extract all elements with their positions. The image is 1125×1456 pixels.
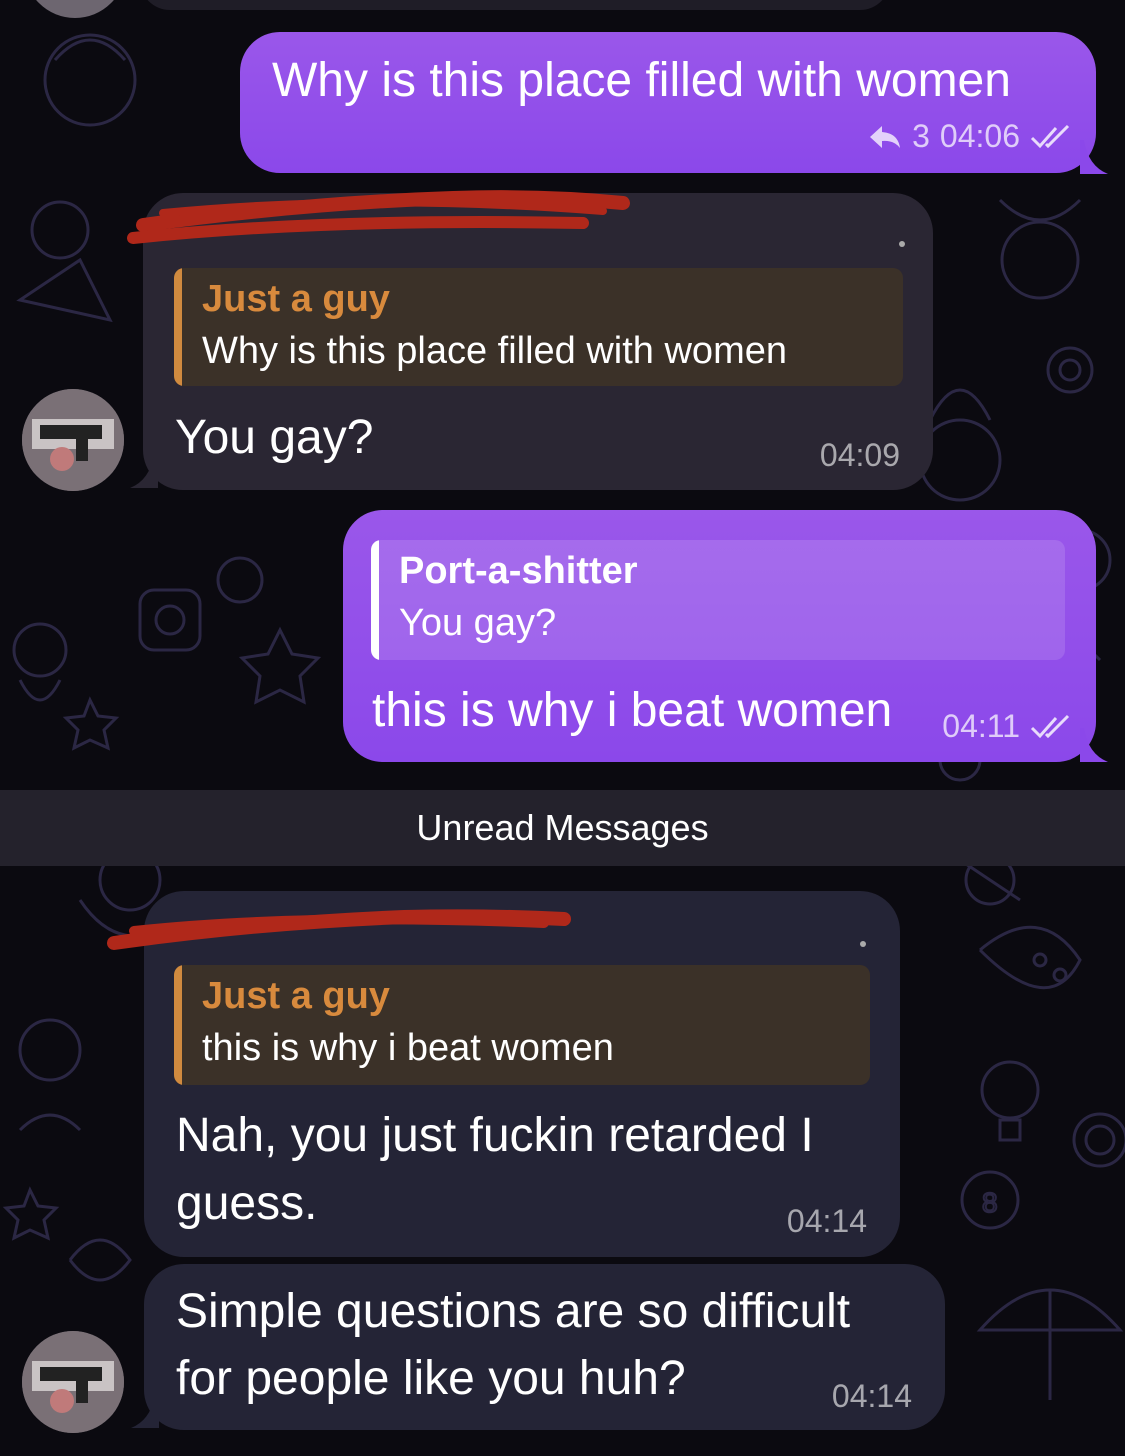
outgoing-message-bubble[interactable]: Port-a-shitter You gay? this is why i be… [343, 510, 1096, 762]
message-time: 04:14 [786, 1203, 867, 1239]
incoming-bubble-tail [130, 454, 158, 488]
message-text-line-1: Simple questions are so difficult [176, 1285, 851, 1338]
avatar-sender[interactable] [22, 389, 124, 491]
message-time: 04:11 [942, 708, 1020, 744]
message-time: 04:14 [831, 1378, 912, 1414]
sender-name-redaction [107, 909, 571, 950]
message-text: You gay? [175, 411, 374, 464]
outgoing-bubble-tail [1080, 140, 1108, 174]
outgoing-bubble-tail [1080, 728, 1108, 762]
incoming-message-bubble[interactable]: Just a guy Why is this place filled with… [127, 190, 933, 490]
reply-quote[interactable]: Just a guy Why is this place filled with… [174, 268, 903, 386]
quote-accent-bar [371, 540, 379, 660]
double-check-icon [1030, 714, 1070, 738]
message-text-line-2: for people like you huh? [176, 1352, 686, 1405]
quote-text: Why is this place filled with women [202, 330, 787, 372]
avatar-sender[interactable] [22, 1331, 124, 1433]
incoming-bubble-tail [131, 1394, 159, 1428]
message-meta: 04:14 [787, 1203, 867, 1240]
quote-sender-name: Just a guy [202, 278, 390, 320]
quote-accent-bar [174, 268, 182, 386]
quote-sender-name: Port-a-shitter [399, 550, 638, 592]
message-time: 04:06 [939, 118, 1020, 154]
reply-quote[interactable]: Port-a-shitter You gay? [371, 540, 1065, 660]
unread-messages-divider: Unread Messages [0, 790, 1125, 866]
unread-messages-label: Unread Messages [416, 807, 709, 848]
message-meta: 04:09 [820, 437, 900, 474]
reply-arrow-icon [870, 125, 901, 148]
message-meta: 04:11 [942, 708, 1074, 745]
chat-history[interactable]: Why is this place filled with women 3 04… [0, 0, 1125, 1456]
previous-message-bubble[interactable] [140, 0, 890, 10]
message-text: Why is this place filled with women [272, 54, 1011, 107]
message-text: this is why i beat women [372, 684, 893, 737]
avatar-previous[interactable] [24, 0, 126, 18]
quote-accent-bar [174, 965, 182, 1085]
sender-name-redaction [127, 190, 630, 244]
quote-text: You gay? [399, 602, 557, 644]
more-options-dot[interactable] [899, 241, 905, 247]
quote-text: this is why i beat women [202, 1027, 614, 1069]
quote-sender-name: Just a guy [202, 975, 390, 1017]
reply-count: 3 [912, 118, 930, 154]
outgoing-message-bubble[interactable]: Why is this place filled with women 3 04… [240, 32, 1096, 173]
reply-quote[interactable]: Just a guy this is why i beat women [174, 965, 870, 1085]
double-check-icon [1030, 124, 1070, 148]
incoming-message-bubble[interactable]: Just a guy this is why i beat women Nah,… [107, 891, 900, 1257]
message-meta: 04:14 [832, 1378, 912, 1415]
message-text-line-2: guess. [176, 1177, 318, 1230]
message-meta: 3 04:06 [868, 118, 1074, 155]
message-text-line-1: Nah, you just fuckin retarded I [176, 1109, 814, 1162]
message-time: 04:09 [819, 437, 900, 473]
incoming-message-bubble[interactable]: Simple questions are so difficult for pe… [144, 1264, 945, 1430]
more-options-dot[interactable] [860, 941, 866, 947]
